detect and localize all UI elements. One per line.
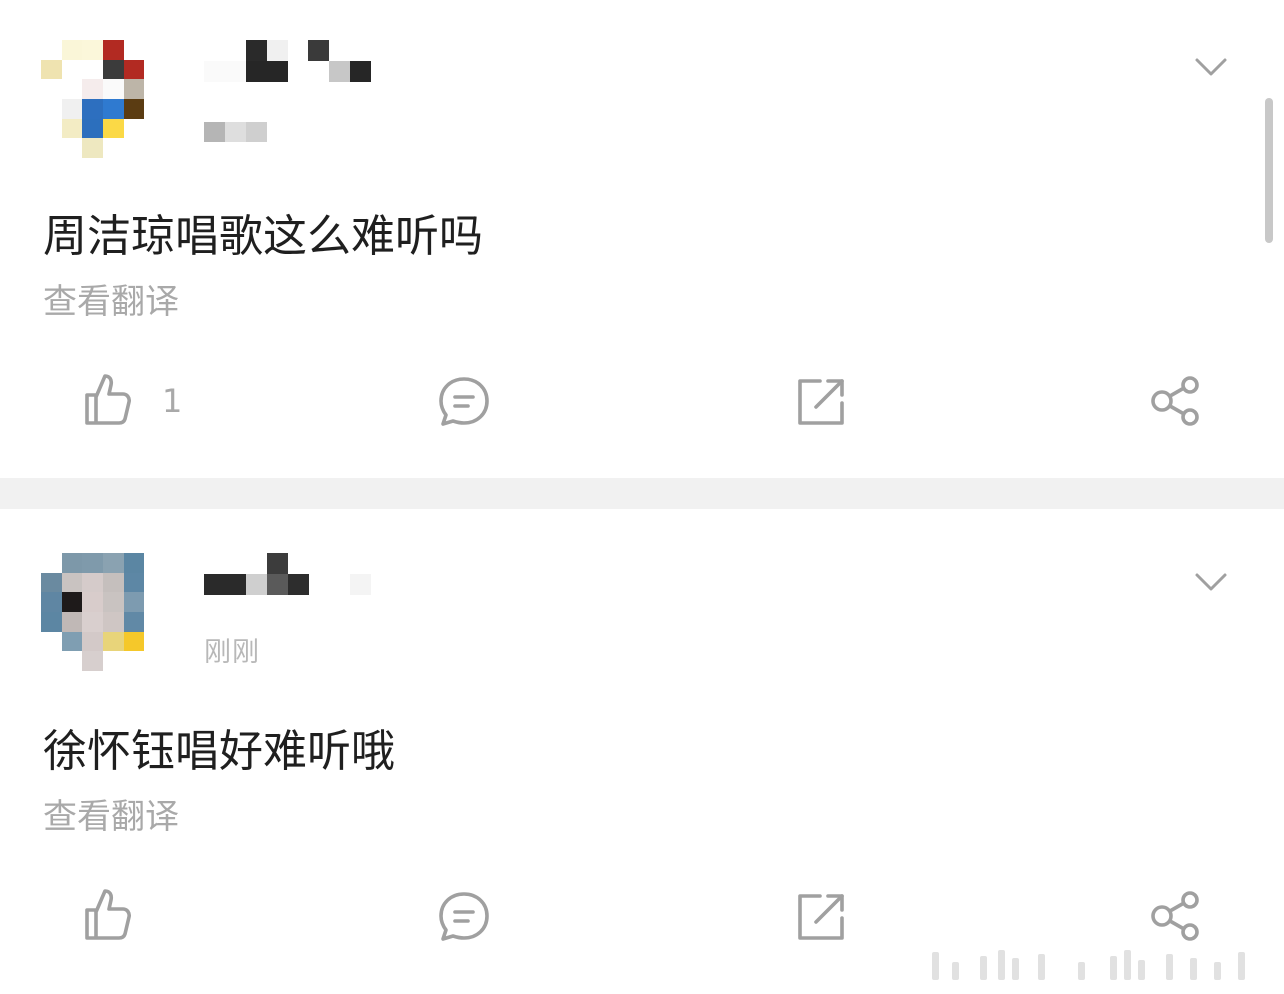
like-button[interactable] — [78, 885, 138, 945]
chevron-down-icon[interactable] — [1194, 55, 1228, 79]
chevron-down-icon[interactable] — [1194, 570, 1228, 594]
feed-screen: 周洁琼唱歌这么难听吗 查看翻译 1 刚刚 徐怀钰唱好难听哦 查看翻译 — [0, 0, 1284, 994]
share-icon — [1151, 891, 1199, 941]
post-separator — [0, 478, 1284, 509]
thumbs-up-icon — [85, 374, 131, 425]
username-redacted[interactable] — [204, 553, 374, 595]
repost-icon — [798, 894, 844, 940]
comment-bubble-icon — [439, 377, 489, 426]
comment-bubble-icon — [439, 892, 489, 941]
repost-button[interactable] — [790, 886, 850, 946]
username-redacted[interactable] — [204, 40, 374, 82]
share-button[interactable] — [1146, 371, 1206, 431]
post-card-1: 周洁琼唱歌这么难听吗 查看翻译 1 — [0, 0, 1284, 478]
post-body: 周洁琼唱歌这么难听吗 — [43, 211, 483, 262]
avatar[interactable] — [41, 553, 165, 671]
scrollbar[interactable] — [1265, 98, 1273, 243]
repost-icon — [798, 379, 844, 425]
post-body: 徐怀钰唱好难听哦 — [43, 726, 395, 777]
thumbs-up-icon — [85, 889, 131, 940]
like-count: 1 — [162, 382, 183, 420]
share-button[interactable] — [1146, 886, 1206, 946]
share-icon — [1151, 376, 1199, 426]
like-button[interactable] — [78, 370, 138, 430]
avatar[interactable] — [41, 40, 165, 158]
repost-button[interactable] — [790, 371, 850, 431]
comment-button[interactable] — [434, 887, 494, 947]
watermark — [928, 946, 1278, 986]
post-meta-redacted — [204, 122, 268, 142]
comment-button[interactable] — [434, 372, 494, 432]
translate-link[interactable]: 查看翻译 — [43, 274, 179, 323]
post-timestamp: 刚刚 — [204, 637, 260, 668]
translate-link[interactable]: 查看翻译 — [43, 789, 179, 838]
